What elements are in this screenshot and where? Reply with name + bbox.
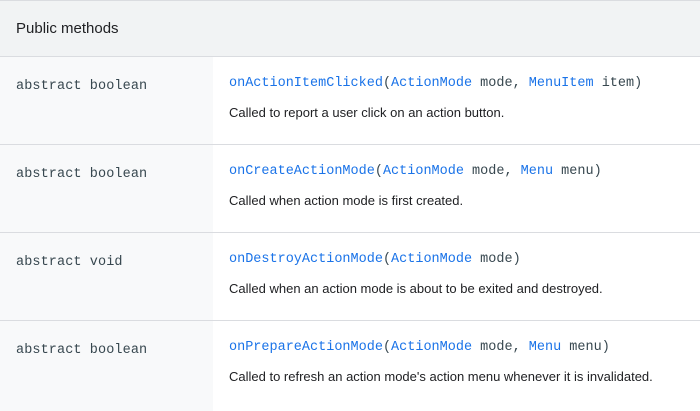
signature-cell: onPrepareActionMode(ActionMode mode, Men… — [213, 321, 700, 411]
param-name: mode, — [472, 340, 529, 355]
signature-cell: onActionItemClicked(ActionMode mode, Men… — [213, 57, 700, 144]
param-name: mode — [472, 252, 513, 267]
param-type-link[interactable]: ActionMode — [383, 164, 464, 179]
method-link[interactable]: onDestroyActionMode — [229, 252, 383, 267]
param-type-link[interactable]: ActionMode — [391, 340, 472, 355]
method-description: Called to report a user click on an acti… — [229, 105, 505, 120]
table-row: abstract void onDestroyActionMode(Action… — [0, 233, 700, 321]
param-type-link[interactable]: MenuItem — [529, 76, 594, 91]
signature-cell: onDestroyActionMode(ActionMode mode) Cal… — [213, 233, 700, 320]
method-signature: onDestroyActionMode(ActionMode mode) — [229, 252, 521, 267]
method-link[interactable]: onCreateActionMode — [229, 164, 375, 179]
param-type-link[interactable]: ActionMode — [391, 252, 472, 267]
return-type: abstract boolean — [16, 343, 148, 358]
param-name: menu — [553, 164, 594, 179]
param-name: mode, — [463, 164, 521, 179]
method-description: Called when action mode is first created… — [229, 193, 464, 208]
method-link[interactable]: onPrepareActionMode — [229, 340, 383, 355]
public-methods-table: Public methods abstract boolean onAction… — [0, 0, 700, 411]
method-signature: onCreateActionMode(ActionMode mode, Menu… — [229, 164, 602, 179]
return-type-cell: abstract boolean — [0, 57, 213, 144]
param-name: item — [593, 76, 635, 91]
method-signature: onActionItemClicked(ActionMode mode, Men… — [229, 76, 643, 91]
method-link[interactable]: onActionItemClicked — [229, 76, 383, 91]
signature-cell: onCreateActionMode(ActionMode mode, Menu… — [213, 145, 700, 232]
table-header: Public methods — [0, 1, 700, 57]
return-type-cell: abstract boolean — [0, 321, 213, 411]
return-type: abstract void — [16, 255, 123, 270]
param-type-link[interactable]: ActionMode — [391, 76, 472, 91]
return-type-cell: abstract void — [0, 233, 213, 320]
table-row: abstract boolean onCreateActionMode(Acti… — [0, 145, 700, 233]
param-name: menu — [561, 340, 602, 355]
param-type-link[interactable]: Menu — [529, 340, 561, 355]
table-row: abstract boolean onPrepareActionMode(Act… — [0, 321, 700, 411]
return-type: abstract boolean — [16, 167, 148, 182]
table-title: Public methods — [16, 20, 119, 37]
table-row: abstract boolean onActionItemClicked(Act… — [0, 57, 700, 145]
param-type-link[interactable]: Menu — [521, 164, 553, 179]
method-description: Called to refresh an action mode's actio… — [229, 369, 653, 384]
return-type-cell: abstract boolean — [0, 145, 213, 232]
method-signature: onPrepareActionMode(ActionMode mode, Men… — [229, 340, 610, 355]
param-name: mode, — [472, 76, 529, 91]
return-type: abstract boolean — [16, 79, 148, 94]
method-description: Called when an action mode is about to b… — [229, 281, 603, 296]
